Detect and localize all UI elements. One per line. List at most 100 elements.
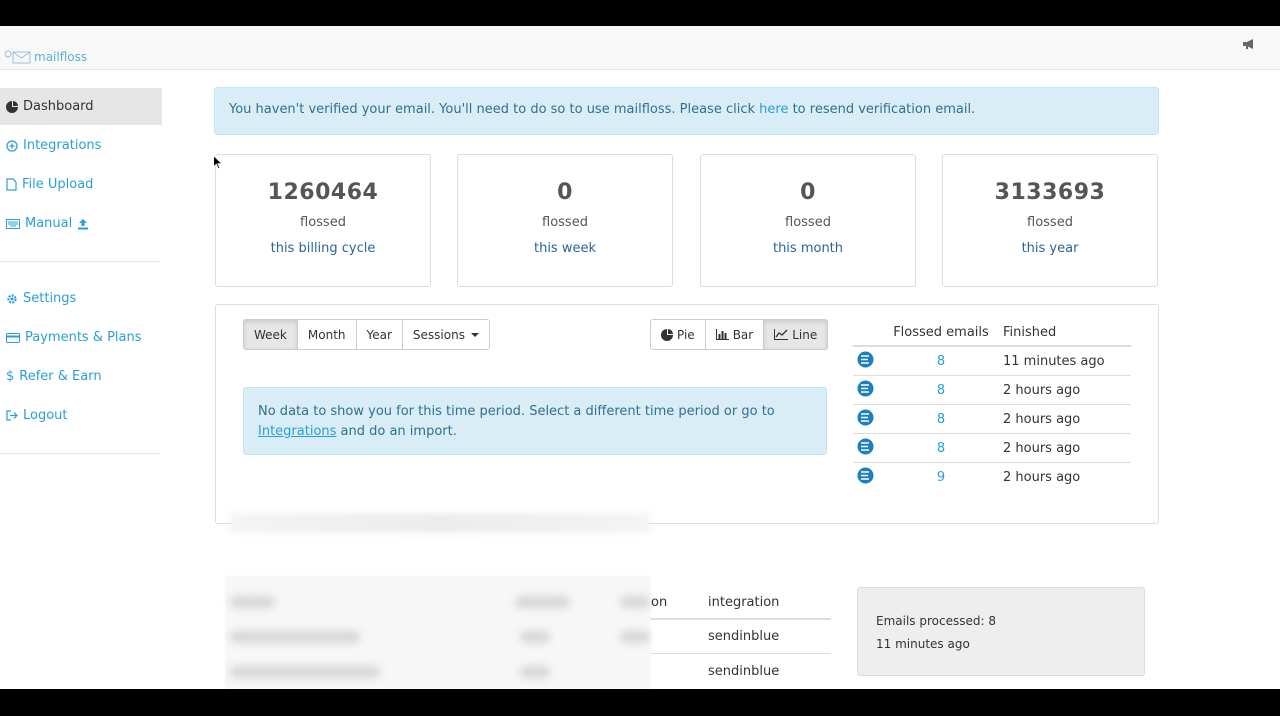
- redacted-heading: [230, 513, 650, 533]
- screen-bottom-bar: [0, 689, 1280, 716]
- redacted-table-region: [225, 576, 651, 689]
- logout-icon: [6, 410, 18, 421]
- redacted-text: [230, 596, 275, 608]
- megaphone-icon: [1243, 39, 1253, 49]
- stat-month: 0 flossed this month: [700, 154, 916, 287]
- sendinblue-icon: [857, 380, 874, 396]
- finished-time: 11 minutes ago: [1003, 353, 1105, 369]
- mail-logo-icon: [4, 50, 31, 64]
- sidebar-item-integrations[interactable]: Integrations: [0, 127, 162, 164]
- screen-top-bar: [0, 0, 1280, 26]
- pie-label: Pie: [677, 327, 695, 342]
- keyboard-icon: [6, 218, 20, 229]
- header-integration: integration: [708, 594, 780, 610]
- sendinblue-icon: [857, 409, 874, 425]
- flossed-count[interactable]: 8: [891, 412, 991, 427]
- brand-logo[interactable]: mailfloss: [4, 50, 87, 64]
- year-button[interactable]: Year: [356, 319, 403, 350]
- dollar-icon: $: [6, 369, 15, 384]
- bar-chart-icon: [715, 329, 729, 340]
- table-row[interactable]: 8 11 minutes ago: [853, 347, 1131, 376]
- table-row[interactable]: sendinblue: [651, 620, 831, 654]
- plus-circle-icon: [6, 139, 18, 152]
- line-label: Line: [792, 327, 818, 342]
- caret-down-icon: [470, 332, 479, 337]
- finished-time: 2 hours ago: [1003, 470, 1081, 485]
- period-button-group: Week Month Year Sessions: [243, 319, 490, 350]
- sidebar-item-dashboard[interactable]: Dashboard: [0, 88, 162, 125]
- header-finished: Finished: [1003, 324, 1057, 340]
- table-row[interactable]: 9 2 hours ago: [853, 463, 1131, 492]
- pie-button[interactable]: Pie: [650, 319, 706, 350]
- pie-chart-icon: [6, 100, 18, 113]
- sidebar-item-manual[interactable]: Manual: [0, 205, 162, 242]
- flossed-count[interactable]: 8: [891, 354, 991, 369]
- sidebar-item-label: Logout: [23, 408, 68, 423]
- sidebar-item-label: Integrations: [23, 138, 102, 153]
- activity-panel: Week Month Year Sessions Pie Bar Line No…: [215, 304, 1159, 524]
- processed-time: 11 minutes ago: [876, 637, 970, 651]
- stat-value: 1260464: [267, 180, 379, 205]
- redacted-text: [230, 631, 360, 643]
- bar-button[interactable]: Bar: [705, 319, 765, 350]
- sidebar-divider: [0, 453, 160, 454]
- sidebar-item-logout[interactable]: Logout: [0, 397, 162, 434]
- gear-icon: [7, 293, 17, 304]
- stat-label: flossed: [785, 215, 831, 230]
- sidebar-item-label: Refer & Earn: [19, 369, 102, 384]
- emails-processed: Emails processed: 8: [876, 614, 996, 628]
- no-data-alert: No data to show you for this time period…: [243, 387, 827, 455]
- month-button[interactable]: Month: [297, 319, 357, 350]
- stat-billing-cycle: 1260464 flossed this billing cycle: [215, 154, 431, 287]
- pie-chart-icon: [661, 328, 673, 341]
- alert-text-after: to resend verification email.: [788, 102, 976, 117]
- app-window: mailfloss Dashboard Integrations File Up…: [0, 26, 1280, 689]
- integration-name: sendinblue: [708, 663, 780, 679]
- sendinblue-icon: [857, 438, 874, 454]
- finished-time: 2 hours ago: [1003, 382, 1081, 398]
- integrations-link[interactable]: Integrations: [258, 424, 336, 439]
- sidebar-item-label: Manual: [25, 216, 73, 231]
- stat-period: this week: [533, 241, 596, 256]
- redacted-text: [520, 631, 550, 643]
- upload-icon: [78, 218, 89, 229]
- sidebar-item-refer[interactable]: $ Refer & Earn: [0, 358, 162, 395]
- redacted-text: [230, 666, 380, 678]
- redacted-text: [620, 596, 650, 608]
- stat-value: 0: [800, 180, 816, 205]
- redacted-text: [620, 631, 650, 643]
- no-data-text-before: No data to show you for this time period…: [258, 404, 775, 419]
- finished-time: 2 hours ago: [1003, 440, 1081, 456]
- sidebar-item-settings[interactable]: Settings: [0, 280, 162, 317]
- table-row[interactable]: 8 2 hours ago: [853, 434, 1131, 463]
- recent-sessions-table: Flossed emails Finished 8 11 minutes ago…: [853, 319, 1131, 492]
- flossed-count[interactable]: 9: [891, 470, 991, 485]
- table-header: on integration: [651, 586, 831, 620]
- stat-period: this year: [1021, 241, 1079, 256]
- line-chart-icon: [774, 329, 789, 340]
- line-button[interactable]: Line: [764, 319, 829, 350]
- week-button[interactable]: Week: [243, 319, 298, 350]
- announcements-button[interactable]: [1242, 38, 1256, 54]
- integrations-table: on integration sendinblue sendinblue: [651, 586, 831, 688]
- table-row[interactable]: 8 2 hours ago: [853, 376, 1131, 405]
- sidebar-item-label: Settings: [23, 291, 77, 306]
- sidebar-item-label: Dashboard: [23, 99, 94, 114]
- sidebar-item-payments[interactable]: Payments & Plans: [0, 319, 162, 356]
- redacted-text: [520, 666, 550, 678]
- sidebar-divider: [0, 261, 160, 262]
- stat-period: this billing cycle: [270, 241, 376, 256]
- resend-verification-link[interactable]: here: [759, 102, 788, 117]
- flossed-count[interactable]: 8: [891, 383, 991, 398]
- credit-card-icon: [6, 332, 20, 343]
- stat-period: this month: [772, 241, 844, 256]
- table-row[interactable]: sendinblue: [651, 654, 831, 688]
- integration-name: sendinblue: [708, 629, 780, 644]
- session-info-well: Emails processed: 8 11 minutes ago: [857, 587, 1145, 676]
- sidebar-item-file-upload[interactable]: File Upload: [0, 166, 162, 203]
- flossed-count[interactable]: 8: [891, 441, 991, 456]
- header-flossed-emails: Flossed emails: [893, 324, 989, 340]
- table-row[interactable]: 8 2 hours ago: [853, 405, 1131, 434]
- sessions-dropdown[interactable]: Sessions: [402, 319, 490, 350]
- stat-label: flossed: [1027, 215, 1073, 230]
